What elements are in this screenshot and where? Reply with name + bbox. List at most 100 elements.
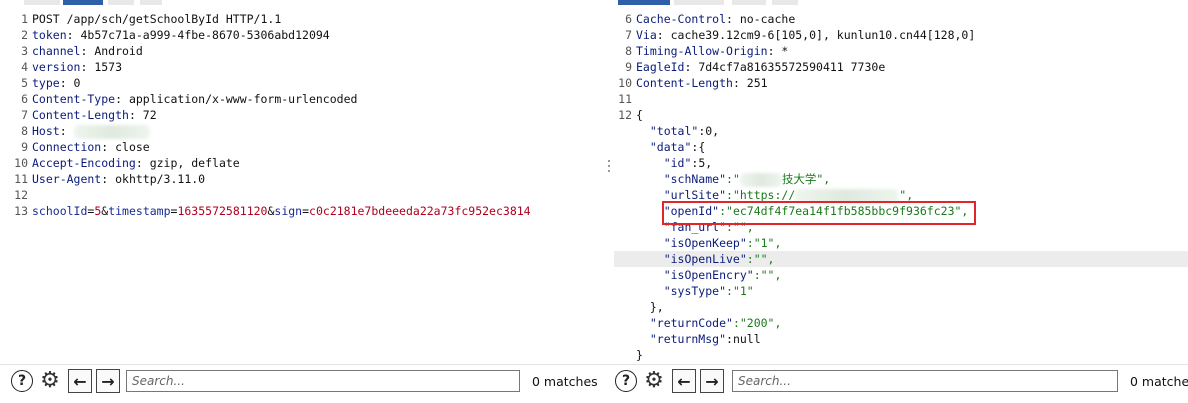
code-line: 13 schoolId=5&timestamp=1635572581120&sig… <box>0 203 604 219</box>
line-number: 9 <box>625 60 632 74</box>
code-line: "isOpenKeep":"1", <box>614 235 1188 251</box>
line-number: 8 <box>625 44 632 58</box>
code-line: 4 version: 1573 <box>0 59 604 75</box>
next-match-button[interactable]: → <box>96 369 120 393</box>
arrow-left-icon: ← <box>672 369 696 393</box>
code-token: "data" <box>636 140 692 154</box>
line-text: }, <box>636 299 664 315</box>
arrow-right-icon: → <box>96 369 120 393</box>
code-line: 8 Host: <box>0 123 604 139</box>
line-text: { <box>636 107 643 123</box>
code-token: sign <box>274 204 303 218</box>
request-editor[interactable]: 1 POST /app/sch/getSchoolById HTTP/1.1 2 to… <box>0 11 604 219</box>
line-text: "isOpenLive":"", <box>636 251 775 267</box>
code-token: : 4b57c71a-a999-4fbe-8670-5306abd12094 <box>66 28 330 42</box>
response-tab-render[interactable] <box>732 0 766 5</box>
request-search-input[interactable]: Search... <box>126 370 520 392</box>
code-line: 7 Via: cache39.12cm9-6[105,0], kunlun10.c… <box>614 27 1188 43</box>
code-token: Content-Length <box>636 76 733 90</box>
line-text: Timing-Allow-Origin: * <box>636 43 788 59</box>
code-line: "total":0, <box>614 123 1188 139</box>
help-icon: ? <box>11 370 33 392</box>
code-token: } <box>636 348 643 362</box>
settings-button[interactable]: ⚙ <box>38 369 62 393</box>
code-token: Connection <box>32 140 102 154</box>
code-token: Content-Length <box>32 108 129 122</box>
code-token: Content-Type <box>32 92 116 106</box>
previous-match-button[interactable]: ← <box>672 369 696 393</box>
code-line: "returnCode":"200", <box>614 315 1188 331</box>
line-number: 10 <box>618 76 632 90</box>
arrow-left-icon: ← <box>68 369 92 393</box>
code-line: 6 Cache-Control: no-cache <box>614 11 1188 27</box>
code-token: :{ <box>691 140 706 154</box>
code-token: EagleId <box>636 60 685 74</box>
code-token: token <box>32 28 67 42</box>
code-token: :"https:// <box>726 188 796 202</box>
code-token: :5, <box>691 156 713 170</box>
line-number: 11 <box>618 92 632 106</box>
code-token: = <box>302 204 310 218</box>
response-tab-newline[interactable] <box>772 0 798 5</box>
pane-divider[interactable] <box>604 0 614 403</box>
divider-grip-icon[interactable] <box>608 160 610 175</box>
request-match-count: 0 matches <box>532 374 598 389</box>
code-line: "returnMsg":null <box>614 331 1188 347</box>
code-line: 10 Accept-Encoding: gzip, deflate <box>0 155 604 171</box>
code-token: :0, <box>698 124 720 138</box>
response-match-count: 0 matche <box>1130 374 1188 389</box>
code-token: : Android <box>80 44 143 58</box>
line-text: type: 0 <box>32 75 80 91</box>
line-text: "isOpenEncry":"", <box>636 267 782 283</box>
code-line: 9 Connection: close <box>0 139 604 155</box>
request-tab-newline[interactable] <box>108 0 134 5</box>
code-line: "schName":" 技大学", <box>614 171 1188 187</box>
line-number: 13 <box>14 204 28 218</box>
code-token: :"", <box>746 252 775 266</box>
line-number: 10 <box>14 156 28 170</box>
line-number: 11 <box>14 172 28 186</box>
line-text: Content-Length: 72 <box>32 107 157 123</box>
settings-button[interactable]: ⚙ <box>642 369 666 393</box>
line-number: 8 <box>21 124 28 138</box>
previous-match-button[interactable]: ← <box>68 369 92 393</box>
code-token: : application/x-www-form-urlencoded <box>115 92 358 106</box>
line-text: "id":5, <box>636 155 712 171</box>
code-token: : no-cache <box>726 12 796 26</box>
line-text: Content-Length: 251 <box>636 75 768 91</box>
code-line: 2 token: 4b57c71a-a999-4fbe-8670-5306abd1… <box>0 27 604 43</box>
request-tab-pretty[interactable] <box>24 0 60 5</box>
request-tab-menu[interactable] <box>140 0 162 5</box>
code-line: 3 channel: Android <box>0 43 604 59</box>
code-token: type <box>32 76 60 90</box>
help-button[interactable]: ? <box>614 369 638 393</box>
request-pane: 1 POST /app/sch/getSchoolById HTTP/1.1 2 to… <box>0 0 604 403</box>
request-tab-raw[interactable] <box>63 0 103 5</box>
response-search-input[interactable]: Search... <box>732 370 1118 392</box>
next-match-button[interactable]: → <box>700 369 724 393</box>
code-line: 7 Content-Length: 72 <box>0 107 604 123</box>
code-line: 8 Timing-Allow-Origin: * <box>614 43 1188 59</box>
code-token: : okhttp/3.11.0 <box>101 172 206 186</box>
code-line: 5 type: 0 <box>0 75 604 91</box>
line-text: "schName":" 技大学", <box>636 171 830 187</box>
response-tab-raw[interactable] <box>674 0 724 5</box>
response-editor[interactable]: 6 Cache-Control: no-cache 7 Via: cache39.12… <box>614 11 1188 363</box>
code-token: schoolId <box>32 204 88 218</box>
code-token: : * <box>767 44 789 58</box>
help-button[interactable]: ? <box>10 369 34 393</box>
help-icon: ? <box>615 370 637 392</box>
code-token: channel <box>32 44 81 58</box>
code-token: "isOpenLive" <box>636 252 747 266</box>
code-line: "isOpenEncry":"", <box>614 267 1188 283</box>
code-line: "isOpenLive":"", <box>614 251 1188 267</box>
line-text: User-Agent: okhttp/3.11.0 <box>32 171 205 187</box>
code-line: 12 { <box>614 107 1188 123</box>
code-line: "sysType":"1" <box>614 283 1188 299</box>
response-tab-pretty[interactable] <box>618 0 670 5</box>
code-token: : 72 <box>128 108 157 122</box>
line-number: 5 <box>21 76 28 90</box>
line-text: POST /app/sch/getSchoolById HTTP/1.1 <box>32 11 281 27</box>
code-line: } <box>614 347 1188 363</box>
request-tab-strip <box>0 0 604 6</box>
